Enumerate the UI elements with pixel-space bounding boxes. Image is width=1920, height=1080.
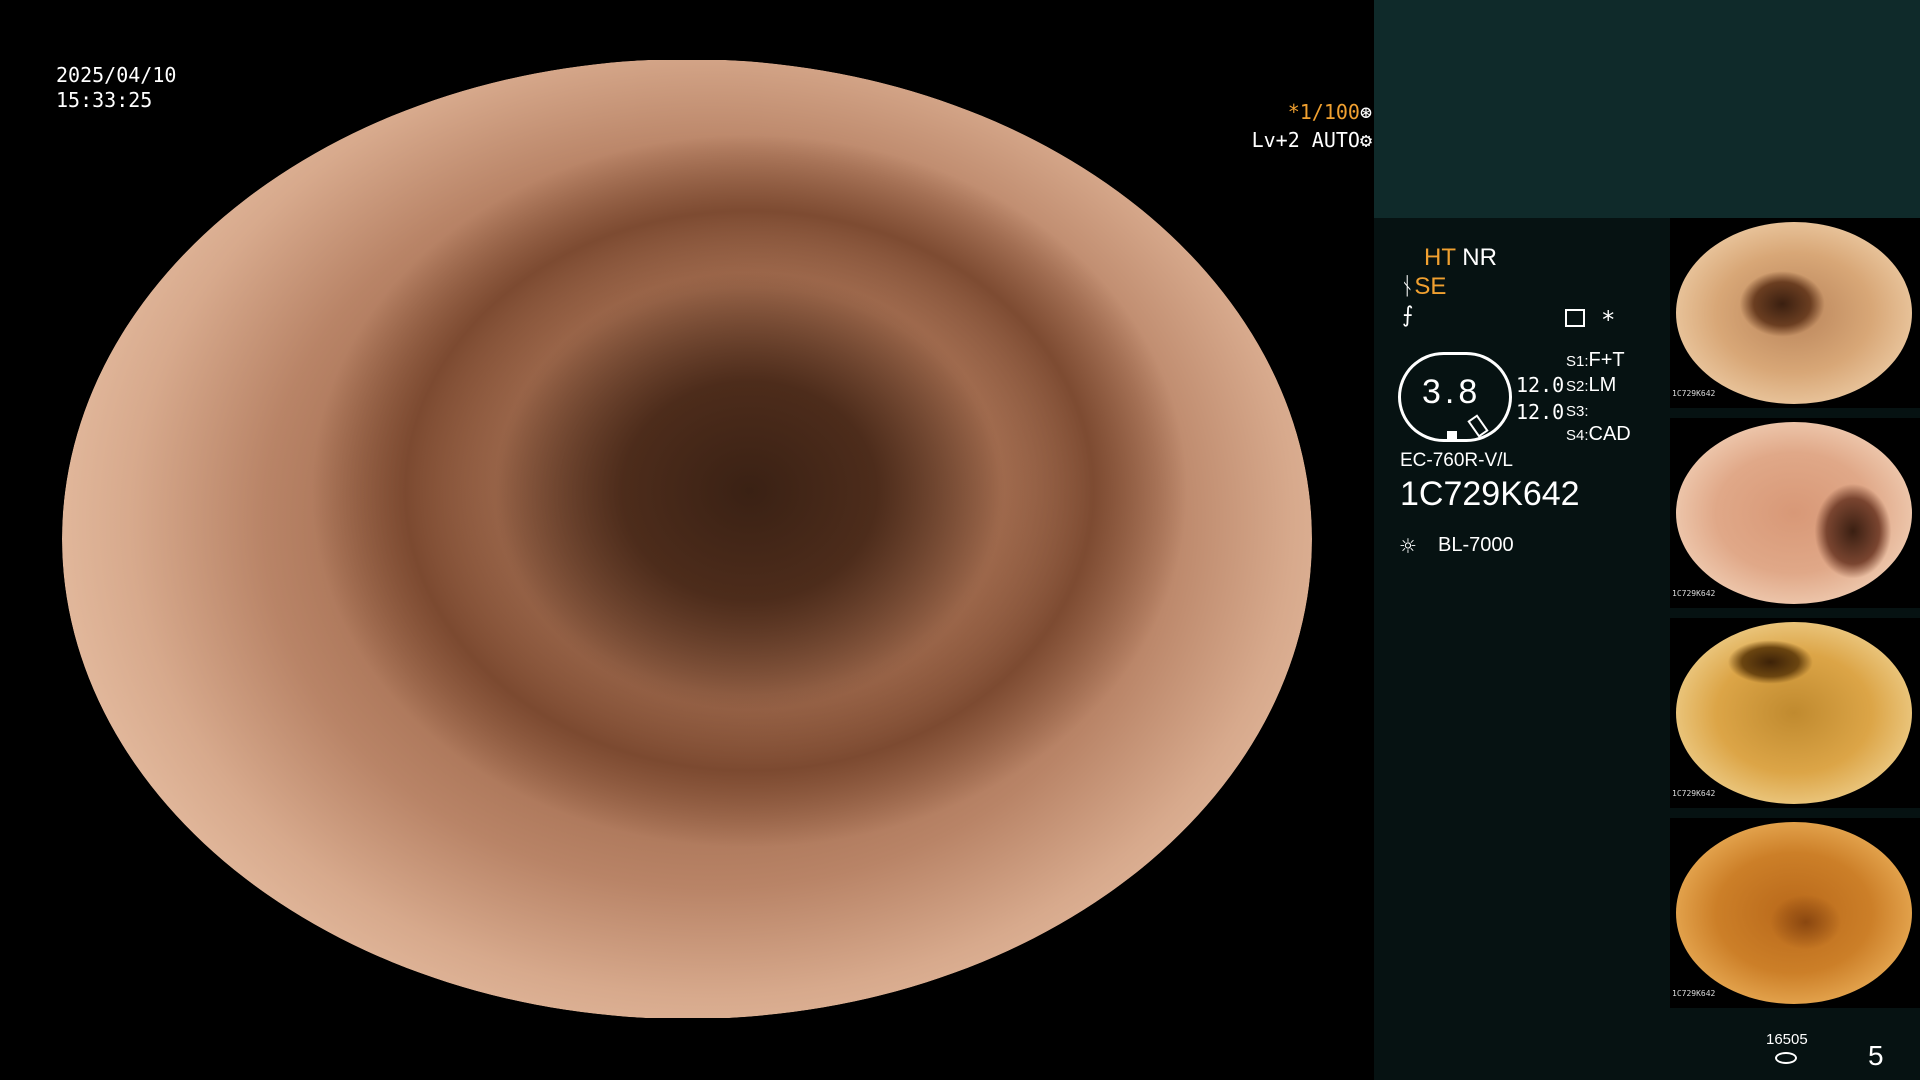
mode-nr: NR bbox=[1462, 244, 1497, 271]
thumbnail[interactable]: 1C729K642 bbox=[1670, 218, 1920, 408]
record-icon bbox=[1565, 309, 1585, 327]
endoscope-main-view: 2025/04/10 15:33:25 *1/100⊛ Lv+2 AUTO⚙ bbox=[0, 0, 1372, 1080]
scope-serial: 1C729K642 bbox=[1400, 475, 1580, 513]
thumbnail[interactable]: 1C729K642 bbox=[1670, 818, 1920, 1008]
storage-count: 16505 bbox=[1766, 1031, 1808, 1048]
shutter-label: *1/100 bbox=[1287, 100, 1360, 124]
gain-1: 12.0 bbox=[1516, 373, 1565, 397]
date-label: 2025/04/10 bbox=[56, 63, 177, 87]
storage-icon bbox=[1775, 1052, 1797, 1064]
switch-key: S1: bbox=[1566, 353, 1589, 370]
switch-value: F+T bbox=[1588, 349, 1625, 371]
switch-s3: S3: bbox=[1566, 399, 1589, 422]
thumbnail-image bbox=[1676, 422, 1912, 604]
gain-2: 12.0 bbox=[1516, 400, 1565, 424]
switch-s1: S1:F+T bbox=[1566, 349, 1625, 372]
zoom-value: 3.8 bbox=[1422, 373, 1482, 411]
thumbnail-image bbox=[1676, 822, 1912, 1004]
thumbnail-tag: 1C729K642 bbox=[1672, 989, 1716, 998]
top-mask bbox=[0, 0, 1372, 60]
info-panel-top bbox=[1374, 0, 1920, 218]
level-indicator: Lv+2 AUTO⚙ bbox=[1193, 128, 1372, 152]
mode-f: ⨍ bbox=[1402, 303, 1414, 328]
switch-key: S3: bbox=[1566, 403, 1589, 420]
zoom-marker bbox=[1447, 431, 1457, 440]
star-indicator: * bbox=[1601, 306, 1616, 334]
switch-value: LM bbox=[1588, 374, 1617, 396]
switch-key: S4: bbox=[1566, 427, 1589, 444]
light-source: BL-7000 bbox=[1438, 534, 1514, 556]
gear-icon: ⚙ bbox=[1359, 128, 1372, 152]
thumbnail-tag: 1C729K642 bbox=[1672, 589, 1716, 598]
thumbnail[interactable]: 1C729K642 bbox=[1670, 418, 1920, 608]
thumbnail-image bbox=[1676, 622, 1912, 804]
sun-icon: ☼ bbox=[1400, 532, 1416, 562]
level-label: Lv+2 AUTO bbox=[1251, 128, 1360, 152]
time-label: 15:33:25 bbox=[56, 88, 153, 112]
switch-s2: S2:LM bbox=[1566, 374, 1616, 397]
thumbnail-tag: 1C729K642 bbox=[1672, 789, 1716, 798]
bottom-mask bbox=[0, 1018, 1372, 1080]
switch-key: S2: bbox=[1566, 378, 1589, 395]
shutter-indicator: *1/100⊛ bbox=[1227, 100, 1372, 124]
mode-row-1: HT NR bbox=[1424, 244, 1497, 272]
thumbnail-tag: 1C729K642 bbox=[1672, 389, 1716, 398]
colon-lumen-image bbox=[62, 59, 1312, 1019]
switch-s4: S4:CAD bbox=[1566, 423, 1631, 446]
switch-value: CAD bbox=[1588, 423, 1631, 445]
thumbnail-image bbox=[1676, 222, 1912, 404]
scope-model: EC-760R-V/L bbox=[1400, 450, 1513, 471]
image-count: 5 bbox=[1868, 1040, 1884, 1071]
aperture-icon: ⊛ bbox=[1359, 100, 1372, 124]
datetime: 2025/04/10 15:33:25 bbox=[56, 63, 176, 113]
mode-se: SE bbox=[1414, 273, 1447, 300]
mode-row-2: ᚾSE bbox=[1400, 273, 1446, 301]
endoscopic-image bbox=[62, 59, 1312, 1019]
scope-icon: ᚾ bbox=[1400, 273, 1415, 300]
thumbnail[interactable]: 1C729K642 bbox=[1670, 618, 1920, 808]
mode-ht: HT bbox=[1424, 244, 1456, 271]
